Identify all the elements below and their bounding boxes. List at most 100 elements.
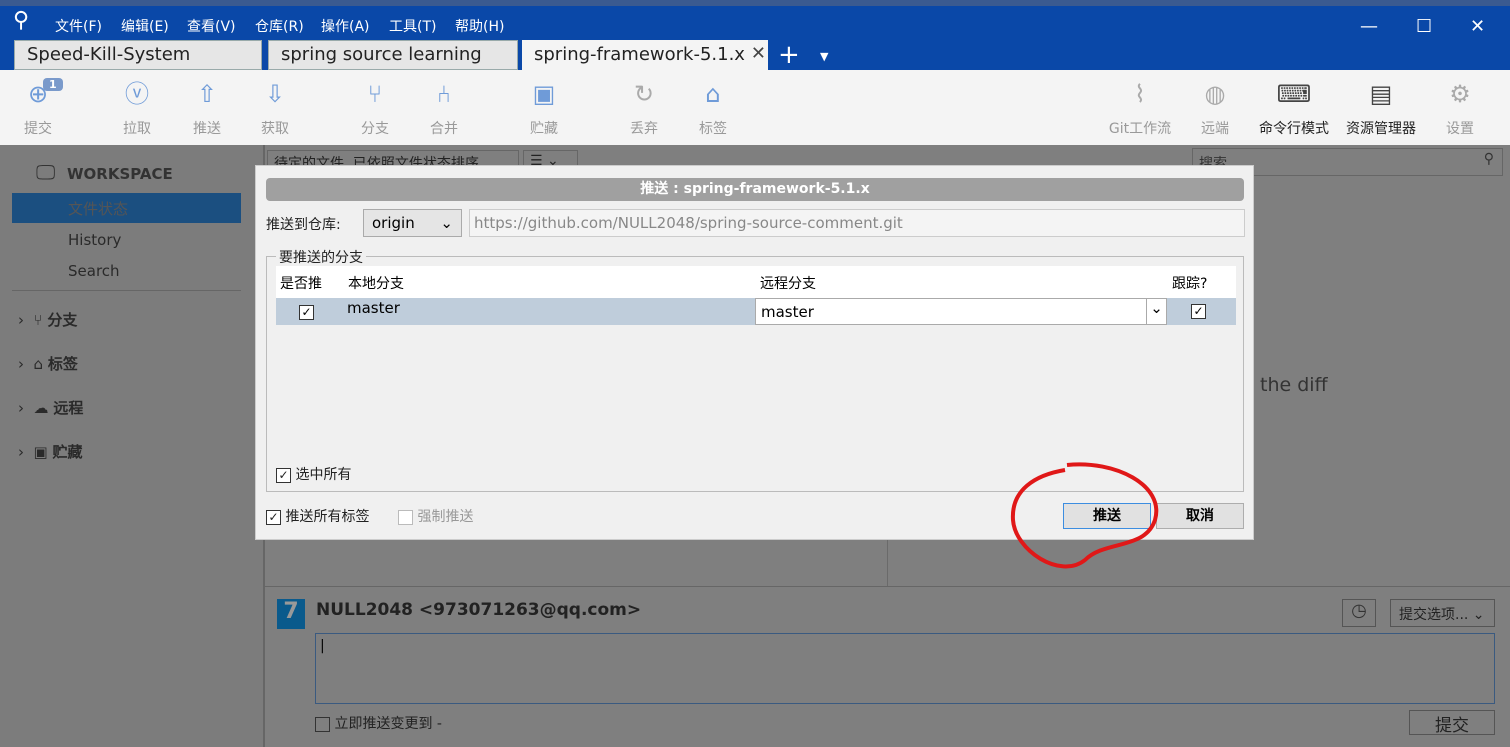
commit-badge: 1 bbox=[43, 78, 63, 91]
git-flow-button[interactable]: ⌇ Git工作流 bbox=[1100, 78, 1180, 138]
menu-repo[interactable]: 仓库(R) bbox=[255, 16, 304, 36]
repo-url-field[interactable]: https://github.com/NULL2048/spring-sourc… bbox=[469, 209, 1245, 237]
label: 推送所有标签 bbox=[285, 509, 370, 525]
push-all-tags-checkbox[interactable]: ✓ 推送所有标签 bbox=[266, 506, 369, 526]
local-branch: master bbox=[347, 299, 400, 317]
arrow-down-circle-icon: ⓥ bbox=[125, 80, 149, 108]
settings-button[interactable]: ⚙ 设置 bbox=[1425, 78, 1495, 138]
repo-select[interactable]: origin ⌄ bbox=[363, 209, 462, 237]
branches-group-label: 要推送的分支 bbox=[276, 247, 366, 267]
stash-icon: ▣ bbox=[532, 80, 556, 108]
clock-icon: ◷ bbox=[1351, 600, 1367, 621]
sidebar-item-file-status[interactable]: 文件状态 bbox=[12, 193, 241, 223]
commit-button[interactable]: ⊕ 提交 1 bbox=[3, 78, 73, 138]
commit-options-dropdown[interactable]: 提交选项... ⌄ bbox=[1390, 599, 1495, 627]
label: 命令行模式 bbox=[1259, 121, 1329, 137]
close-tab-icon[interactable]: ✕ bbox=[751, 43, 766, 64]
select-all-checkbox[interactable]: ✓ 选中所有 bbox=[276, 464, 351, 484]
menu-view[interactable]: 查看(V) bbox=[187, 16, 236, 36]
sidebar-group-stashes[interactable]: › ▣ 贮藏 bbox=[18, 441, 83, 462]
checkbox[interactable] bbox=[315, 716, 330, 732]
app-logo-icon: ⚲ bbox=[13, 8, 30, 33]
remote-button[interactable]: ◍ 远端 bbox=[1180, 78, 1250, 138]
menu-edit[interactable]: 编辑(E) bbox=[121, 16, 169, 36]
diff-hint: the diff bbox=[1260, 374, 1328, 396]
terminal-button[interactable]: ⌨ 命令行模式 bbox=[1252, 78, 1336, 138]
search-icon: ⚲ bbox=[1483, 151, 1494, 167]
menu-tools[interactable]: 工具(T) bbox=[389, 16, 436, 36]
label: 合并 bbox=[430, 121, 458, 137]
monitor-icon: 🖵 bbox=[36, 160, 56, 184]
folder-icon: ▤ bbox=[1369, 80, 1393, 108]
workspace-heading: WORKSPACE bbox=[67, 165, 173, 183]
push-button[interactable]: ⇧ 推送 bbox=[172, 78, 242, 138]
explorer-button[interactable]: ▤ 资源管理器 bbox=[1338, 78, 1424, 138]
tab-speed-kill-system[interactable]: Speed-Kill-System bbox=[14, 40, 262, 70]
label: 标签 bbox=[699, 121, 727, 137]
toolbar: ⊕ 提交 1 ⓥ 拉取 ⇧ 推送 ⇩ 获取 ⑂ 分支 ⑃ 合并 ▣ 贮藏 ↻ 丢弃 ⌂ 标签 ⌇ G… bbox=[0, 70, 1510, 145]
fetch-button[interactable]: ⇩ 获取 bbox=[240, 78, 310, 138]
label: 提交 bbox=[1435, 716, 1469, 736]
merge-icon: ⑃ bbox=[436, 80, 452, 108]
cloud-icon: ☁ bbox=[33, 399, 49, 417]
checkbox[interactable] bbox=[398, 509, 413, 525]
tab-label: spring source learning bbox=[281, 44, 482, 65]
tab-spring-source-learning[interactable]: spring source learning bbox=[268, 40, 518, 70]
force-push-checkbox[interactable]: 强制推送 bbox=[398, 506, 473, 526]
divider bbox=[12, 290, 241, 291]
pull-button[interactable]: ⓥ 拉取 bbox=[102, 78, 172, 138]
add-tab-button[interactable]: + bbox=[778, 40, 800, 70]
tab-label: spring-framework-5.1.x bbox=[534, 44, 745, 65]
remote-branch-select[interactable]: master ⌄ bbox=[755, 298, 1167, 325]
checkbox[interactable]: ✓ bbox=[276, 467, 291, 483]
checkbox[interactable]: ✓ bbox=[266, 509, 281, 525]
label: 丢弃 bbox=[630, 121, 658, 137]
menu-file[interactable]: 文件(F) bbox=[55, 16, 102, 36]
red-annotation-circle bbox=[1010, 462, 1159, 569]
arrow-up-circle-icon: ⇧ bbox=[196, 80, 218, 108]
diff-scrollbar[interactable] bbox=[1488, 180, 1506, 580]
label: 贮藏 bbox=[530, 121, 558, 137]
stash-button[interactable]: ▣ 贮藏 bbox=[509, 78, 579, 138]
label: 文件状态 bbox=[68, 200, 129, 218]
value: origin bbox=[372, 214, 415, 232]
track-checkbox[interactable]: ✓ bbox=[1191, 304, 1206, 319]
sidebar-item-history[interactable]: History bbox=[68, 231, 121, 249]
chevron-down-icon: ⌄ bbox=[1146, 299, 1166, 324]
commit-author: NULL2048 <973071263@qq.com> bbox=[316, 600, 642, 620]
chevron-down-icon: ⌄ bbox=[440, 214, 453, 232]
push-checkbox[interactable]: ✓ bbox=[299, 305, 314, 320]
sidebar-group-tags[interactable]: › ⌂ 标签 bbox=[18, 353, 78, 374]
maximize-button[interactable]: ☐ bbox=[1416, 16, 1432, 37]
table-row[interactable]: ✓ master master ⌄ ✓ bbox=[276, 298, 1236, 325]
menu-actions[interactable]: 操作(A) bbox=[321, 16, 370, 36]
label: 提交选项... bbox=[1399, 607, 1469, 623]
commit-message-input[interactable]: | bbox=[315, 633, 1495, 704]
avatar: 7 bbox=[277, 599, 305, 629]
sidebar-item-search[interactable]: Search bbox=[68, 262, 120, 280]
discard-button[interactable]: ↻ 丢弃 bbox=[609, 78, 679, 138]
minimize-button[interactable]: — bbox=[1360, 16, 1378, 37]
commit-submit-button[interactable]: 提交 bbox=[1409, 710, 1495, 736]
label: 分支 bbox=[47, 311, 78, 329]
sidebar-group-remotes[interactable]: › ☁ 远程 bbox=[18, 397, 83, 418]
push-immediately-checkbox[interactable]: 立即推送变更到 - bbox=[315, 713, 442, 733]
tab-spring-framework[interactable]: spring-framework-5.1.x ✕ bbox=[522, 40, 768, 70]
merge-button[interactable]: ⑃ 合并 bbox=[409, 78, 479, 138]
divider bbox=[265, 586, 1510, 587]
history-clock-button[interactable]: ◷ bbox=[1342, 599, 1376, 627]
tag-button[interactable]: ⌂ 标签 bbox=[678, 78, 748, 138]
col-local: 本地分支 bbox=[348, 276, 404, 292]
fetch-icon: ⇩ bbox=[264, 80, 286, 108]
label: 推送 bbox=[193, 121, 221, 137]
value: master bbox=[761, 303, 814, 321]
label: 获取 bbox=[261, 121, 289, 137]
label: 贮藏 bbox=[52, 443, 83, 461]
branch-button[interactable]: ⑂ 分支 bbox=[340, 78, 410, 138]
branch-icon: ⑂ bbox=[33, 311, 43, 329]
git-flow-icon: ⌇ bbox=[1134, 80, 1146, 108]
close-window-button[interactable]: ✕ bbox=[1470, 16, 1485, 37]
sidebar-group-branches[interactable]: › ⑂ 分支 bbox=[18, 309, 77, 330]
tab-list-dropdown-icon[interactable]: ▼ bbox=[820, 50, 828, 63]
menu-help[interactable]: 帮助(H) bbox=[455, 16, 504, 36]
